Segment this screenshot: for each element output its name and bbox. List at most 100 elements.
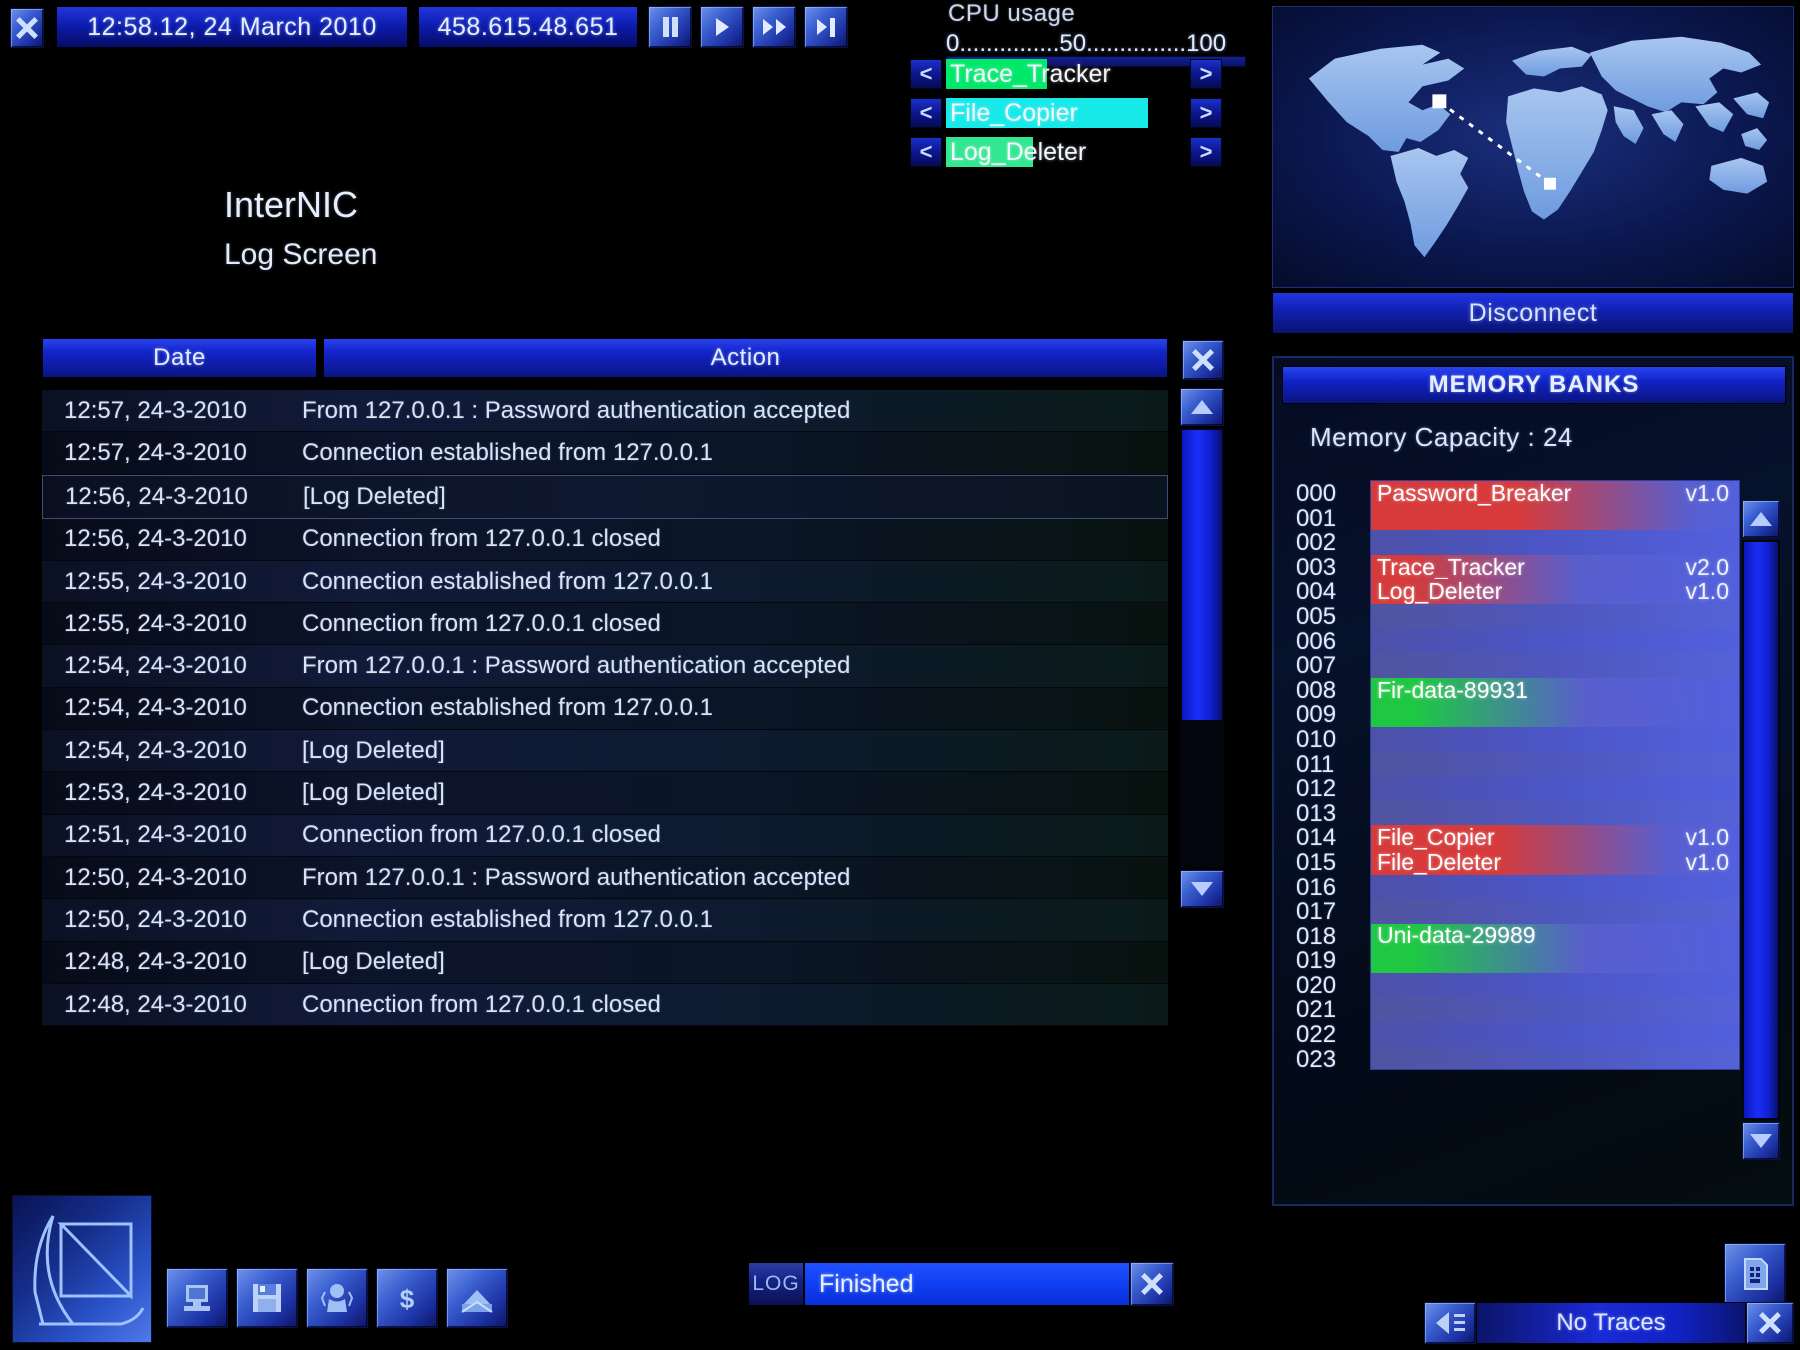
memory-cell[interactable] <box>1371 801 1739 826</box>
table-row[interactable]: 12:55, 24-3-2010Connection established f… <box>42 561 1168 603</box>
start-button[interactable] <box>12 1195 152 1343</box>
memory-cell[interactable] <box>1371 997 1739 1022</box>
memory-cell[interactable] <box>1371 727 1739 752</box>
contacts-icon <box>317 1278 357 1318</box>
memory-cell[interactable] <box>1371 653 1739 678</box>
log-status-tag: LOG <box>748 1262 804 1306</box>
taskbar-save-button[interactable] <box>236 1268 298 1328</box>
log-row-date: 12:57, 24-3-2010 <box>42 439 292 467</box>
file-manager-button[interactable] <box>1724 1243 1786 1305</box>
taskbar-finance-button[interactable]: $ <box>376 1268 438 1328</box>
memory-cell-label: Uni-data-29989 <box>1377 924 1536 949</box>
memory-banks-panel: MEMORY BANKS Memory Capacity : 24 000001… <box>1272 356 1794 1206</box>
table-row[interactable]: 12:55, 24-3-2010Connection from 127.0.0.… <box>42 603 1168 645</box>
table-row[interactable]: 12:50, 24-3-2010Connection established f… <box>42 899 1168 941</box>
program-prev-button[interactable]: < <box>910 59 942 89</box>
memory-cell[interactable]: File_Deleterv1.0 <box>1371 850 1739 875</box>
log-scroll-thumb[interactable] <box>1182 430 1222 720</box>
table-row[interactable]: 12:50, 24-3-2010From 127.0.0.1 : Passwor… <box>42 857 1168 899</box>
log-row-date: 12:55, 24-3-2010 <box>42 610 292 638</box>
program-name: File_Copier <box>950 98 1078 128</box>
table-row[interactable]: 12:54, 24-3-2010Connection established f… <box>42 688 1168 730</box>
memory-cell[interactable]: Password_Breakerv1.0 <box>1371 481 1739 506</box>
table-row[interactable]: 12:48, 24-3-2010Connection from 127.0.0.… <box>42 984 1168 1026</box>
memory-cell[interactable] <box>1371 973 1739 998</box>
memory-cell[interactable] <box>1371 629 1739 654</box>
log-scroll-down-button[interactable] <box>1180 870 1224 908</box>
app-root: 12:58.12, 24 March 2010 458.615.48.651 C… <box>0 0 1800 1350</box>
log-row-date: 12:57, 24-3-2010 <box>42 397 292 425</box>
pause-button[interactable] <box>648 6 692 48</box>
memory-cell[interactable]: Uni-data-29989 <box>1371 924 1739 949</box>
taskbar-contacts-button[interactable] <box>306 1268 368 1328</box>
window-close-button[interactable] <box>10 8 44 48</box>
memory-cell[interactable] <box>1371 776 1739 801</box>
program-next-button[interactable]: > <box>1190 98 1222 128</box>
memory-cell[interactable] <box>1371 948 1739 973</box>
memory-scroll-down-button[interactable] <box>1742 1122 1780 1160</box>
table-row[interactable]: 12:54, 24-3-2010From 127.0.0.1 : Passwor… <box>42 645 1168 687</box>
log-scroll-track[interactable] <box>1180 428 1224 868</box>
table-row[interactable]: 12:48, 24-3-2010[Log Deleted] <box>42 942 1168 984</box>
skip-button[interactable] <box>804 6 848 48</box>
play-icon <box>716 18 729 36</box>
log-status-message-box[interactable]: Finished <box>804 1262 1130 1306</box>
close-icon <box>14 15 40 41</box>
memory-scroll-up-button[interactable] <box>1742 500 1780 538</box>
memory-cell-fill <box>1371 506 1739 531</box>
memory-scroll-thumb[interactable] <box>1744 542 1778 1118</box>
memory-cell[interactable] <box>1371 752 1739 777</box>
close-icon <box>1757 1310 1783 1336</box>
column-header-action[interactable]: Action <box>323 338 1168 378</box>
program-next-button[interactable]: > <box>1190 137 1222 167</box>
memory-cell[interactable] <box>1371 899 1739 924</box>
memory-cell-version: v1.0 <box>1686 825 1729 850</box>
memory-cell[interactable] <box>1371 604 1739 629</box>
cpu-usage-label: CPU usage <box>946 0 1266 28</box>
memory-cell[interactable]: Trace_Trackerv2.0 <box>1371 555 1739 580</box>
memory-banks-title-label: MEMORY BANKS <box>1429 371 1640 399</box>
memory-cell[interactable]: Fir-data-89931 <box>1371 678 1739 703</box>
disconnect-button[interactable]: Disconnect <box>1272 292 1794 334</box>
taskbar-computer-button[interactable] <box>166 1268 228 1328</box>
memory-cell[interactable] <box>1371 530 1739 555</box>
log-table-body: 12:57, 24-3-2010From 127.0.0.1 : Passwor… <box>42 390 1168 1026</box>
memory-scrollbar[interactable] <box>1742 500 1780 1160</box>
table-row[interactable]: 12:54, 24-3-2010[Log Deleted] <box>42 730 1168 772</box>
memory-cell[interactable]: Log_Deleterv1.0 <box>1371 579 1739 604</box>
program-prev-button[interactable]: < <box>910 98 942 128</box>
fast-forward-button[interactable] <box>752 6 796 48</box>
memory-cell[interactable] <box>1371 1022 1739 1047</box>
world-map-panel[interactable] <box>1272 6 1794 288</box>
memory-cell[interactable] <box>1371 506 1739 531</box>
log-table-close-button[interactable] <box>1182 340 1224 380</box>
trace-status-message-box[interactable]: No Traces <box>1476 1302 1746 1344</box>
table-row[interactable]: 12:57, 24-3-2010From 127.0.0.1 : Passwor… <box>42 390 1168 432</box>
memory-cell[interactable]: File_Copierv1.0 <box>1371 825 1739 850</box>
play-button[interactable] <box>700 6 744 48</box>
cpu-scale-text: 0...............50...............100 <box>946 30 1266 58</box>
world-map-svg <box>1273 7 1793 287</box>
table-row[interactable]: 12:57, 24-3-2010Connection established f… <box>42 432 1168 474</box>
fast-forward-icon <box>763 19 786 35</box>
program-next-button[interactable]: > <box>1190 59 1222 89</box>
log-status-close-button[interactable] <box>1130 1262 1174 1306</box>
memory-scroll-track[interactable] <box>1742 540 1780 1120</box>
program-prev-button[interactable]: < <box>910 137 942 167</box>
memory-cell[interactable] <box>1371 875 1739 900</box>
table-row[interactable]: 12:56, 24-3-2010[Log Deleted] <box>42 475 1168 519</box>
memory-cell-label: Password_Breaker <box>1377 481 1571 506</box>
taskbar-mail-button[interactable] <box>446 1268 508 1328</box>
trace-close-button[interactable] <box>1746 1302 1794 1344</box>
trace-list-button[interactable] <box>1424 1302 1476 1344</box>
table-row[interactable]: 12:53, 24-3-2010[Log Deleted] <box>42 772 1168 814</box>
memory-cell[interactable] <box>1371 1047 1739 1070</box>
memory-cell[interactable] <box>1371 702 1739 727</box>
skip-icon <box>817 18 835 37</box>
table-row[interactable]: 12:56, 24-3-2010Connection from 127.0.0.… <box>42 519 1168 561</box>
column-header-date[interactable]: Date <box>42 338 317 378</box>
log-scroll-up-button[interactable] <box>1180 388 1224 426</box>
log-scrollbar[interactable] <box>1180 388 1224 908</box>
memory-cell-column[interactable]: Password_Breakerv1.0Trace_Trackerv2.0Log… <box>1370 480 1740 1070</box>
table-row[interactable]: 12:51, 24-3-2010Connection from 127.0.0.… <box>42 815 1168 857</box>
